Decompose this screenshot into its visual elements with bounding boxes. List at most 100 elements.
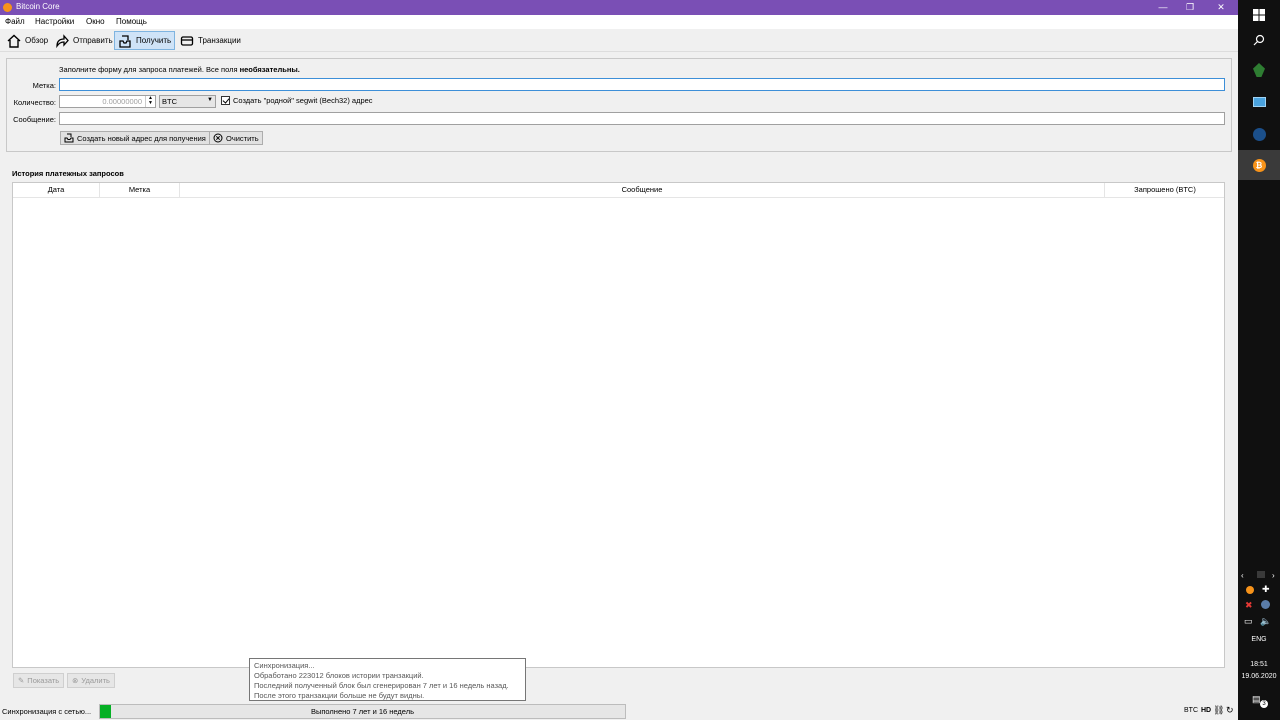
- search-icon: [1253, 34, 1265, 46]
- tab-receive[interactable]: Получить: [114, 31, 176, 50]
- menu-help[interactable]: Помощь: [116, 17, 147, 26]
- taskbar-bitcoin[interactable]: ₿: [1238, 150, 1280, 180]
- remove-button[interactable]: ⊗ Удалить: [67, 673, 115, 688]
- window-title: Bitcoin Core: [16, 2, 60, 11]
- amount-placeholder: 0.00000000: [102, 97, 142, 106]
- language-indicator[interactable]: ENG: [1238, 636, 1280, 643]
- column-label[interactable]: Метка: [100, 183, 180, 198]
- windows-logo-icon: [1253, 9, 1265, 21]
- form-intro-bold: необязательны.: [239, 65, 300, 74]
- tab-overview[interactable]: Обзор: [4, 31, 51, 50]
- taskbar-steam[interactable]: [1238, 119, 1280, 149]
- label-field-label: Метка:: [32, 81, 56, 90]
- bitcoin-icon: ₿: [1252, 158, 1266, 172]
- title-bar: Bitcoin Core — ❐ ✕: [0, 0, 1238, 15]
- tab-receive-label: Получить: [136, 36, 172, 45]
- status-bar: Синхронизация с сетью... Выполнено 7 лет…: [0, 703, 1238, 720]
- maximize-button[interactable]: ❐: [1175, 0, 1205, 15]
- main-toolbar: Обзор Отправить Получить Транзакции: [0, 29, 1238, 52]
- card-icon: [180, 35, 194, 46]
- sync-spinner-icon: ↻: [1226, 705, 1234, 715]
- tab-send[interactable]: Отправить: [52, 31, 116, 50]
- sync-progress-bar: Выполнено 7 лет и 16 недель: [99, 704, 626, 719]
- clear-label: Очистить: [226, 133, 259, 143]
- sync-tooltip: Синхронизация... Обработано 223012 блоко…: [249, 658, 526, 701]
- tooltip-line: После этого транзакции больше не будут в…: [254, 691, 425, 700]
- amount-input[interactable]: 0.00000000 ▲ ▼: [59, 95, 156, 108]
- table-header: Дата Метка Сообщение Запрошено (BTC): [13, 183, 1224, 198]
- amount-field-label: Количество:: [13, 98, 56, 107]
- form-intro-text: Заполните форму для запроса платежей. Вс…: [59, 65, 240, 74]
- sync-status-label: Синхронизация с сетью...: [2, 707, 92, 716]
- tray-scroll-right-icon[interactable]: ›: [1272, 571, 1275, 580]
- payment-request-form: Заполните форму для запроса платежей. Вс…: [6, 58, 1232, 152]
- menu-window[interactable]: Окно: [86, 17, 105, 26]
- receive-inbox-icon: [64, 133, 74, 143]
- action-center-button[interactable]: ▤ 3: [1252, 694, 1268, 708]
- label-input[interactable]: [59, 78, 1225, 91]
- tray-scrollbar[interactable]: [1257, 571, 1265, 578]
- menu-file[interactable]: Файл: [5, 17, 25, 26]
- unit-select[interactable]: BTC ▼: [159, 95, 216, 108]
- receive-inbox-icon: [119, 34, 131, 48]
- column-date[interactable]: Дата: [13, 183, 100, 198]
- search-button[interactable]: [1238, 25, 1280, 55]
- chevron-down-icon: ▼: [207, 97, 213, 103]
- pencil-icon: ✎: [18, 676, 25, 685]
- clear-button[interactable]: Очистить: [209, 131, 263, 145]
- tab-overview-label: Обзор: [25, 36, 49, 45]
- hd-indicator: HD: [1201, 707, 1212, 714]
- close-button[interactable]: ✕: [1206, 0, 1236, 15]
- taskbar-app-2[interactable]: [1238, 87, 1280, 117]
- show-label: Показать: [27, 676, 60, 685]
- show-button[interactable]: ✎ Показать: [13, 673, 65, 688]
- progress-text: Выполнено 7 лет и 16 недель: [310, 707, 415, 716]
- remove-icon: ⊗: [72, 676, 79, 685]
- volume-icon[interactable]: 🔈: [1260, 616, 1271, 627]
- tray-bitcoin-icon[interactable]: [1246, 586, 1254, 594]
- steam-icon: [1252, 127, 1266, 141]
- unit-value: BTC: [162, 97, 177, 106]
- network-monitor-icon[interactable]: ▭: [1244, 616, 1253, 627]
- tray-steam-icon[interactable]: [1261, 600, 1270, 609]
- tray-pin-icon[interactable]: ✚: [1262, 584, 1270, 595]
- tab-send-label: Отправить: [73, 36, 113, 45]
- create-address-label: Создать новый адрес для получения: [77, 133, 206, 143]
- taskbar-app-1[interactable]: [1238, 55, 1280, 85]
- tray-alert-icon[interactable]: ✖: [1245, 600, 1253, 611]
- form-intro: Заполните форму для запроса платежей. Вс…: [59, 65, 300, 74]
- menu-settings[interactable]: Настройки: [35, 17, 74, 26]
- app-window: Bitcoin Core — ❐ ✕ Файл Настройки Окно П…: [0, 0, 1238, 720]
- tooltip-line: Последний полученный блок был сгенериров…: [254, 681, 509, 690]
- segwit-label: Создать "родной" segwit (Bech32) адрес: [233, 96, 373, 105]
- minimize-button[interactable]: —: [1148, 0, 1178, 15]
- tab-transactions[interactable]: Транзакции: [177, 31, 244, 50]
- bitcoin-app-icon: [3, 3, 12, 12]
- mail-icon: [1252, 97, 1266, 107]
- message-input[interactable]: [59, 112, 1225, 125]
- segwit-checkbox[interactable]: [221, 96, 230, 105]
- home-icon: [7, 34, 21, 48]
- column-message[interactable]: Сообщение: [180, 183, 1105, 198]
- send-arrow-icon: [56, 33, 69, 48]
- clock-date[interactable]: 19.06.2020: [1238, 673, 1280, 680]
- menu-bar: Файл Настройки Окно Помощь: [0, 15, 1238, 29]
- tab-transactions-label: Транзакции: [198, 36, 241, 45]
- green-app-icon: [1253, 63, 1265, 77]
- clear-icon: [213, 133, 223, 143]
- amount-spinner[interactable]: ▲ ▼: [145, 96, 155, 107]
- windows-taskbar: ₿ ‹ › ✚ ✖ ▭ 🔈 ENG 18:51 19.06.2020 ▤ 3: [1238, 0, 1280, 720]
- network-icon[interactable]: ⛓: [1213, 705, 1224, 716]
- segwit-option[interactable]: Создать "родной" segwit (Bech32) адрес: [221, 96, 373, 105]
- create-address-button[interactable]: Создать новый адрес для получения: [60, 131, 210, 145]
- remove-label: Удалить: [81, 676, 110, 685]
- history-title: История платежных запросов: [12, 169, 124, 178]
- clock-time[interactable]: 18:51: [1238, 661, 1280, 668]
- column-requested-amount[interactable]: Запрошено (BTC): [1105, 183, 1225, 198]
- notification-count: 3: [1260, 700, 1268, 708]
- history-table[interactable]: Дата Метка Сообщение Запрошено (BTC): [12, 182, 1225, 668]
- message-field-label: Сообщение:: [13, 115, 56, 124]
- unit-indicator[interactable]: BTC: [1184, 707, 1198, 714]
- tray-scroll-left-icon[interactable]: ‹: [1241, 571, 1244, 580]
- tooltip-line: Синхронизация...: [254, 661, 315, 670]
